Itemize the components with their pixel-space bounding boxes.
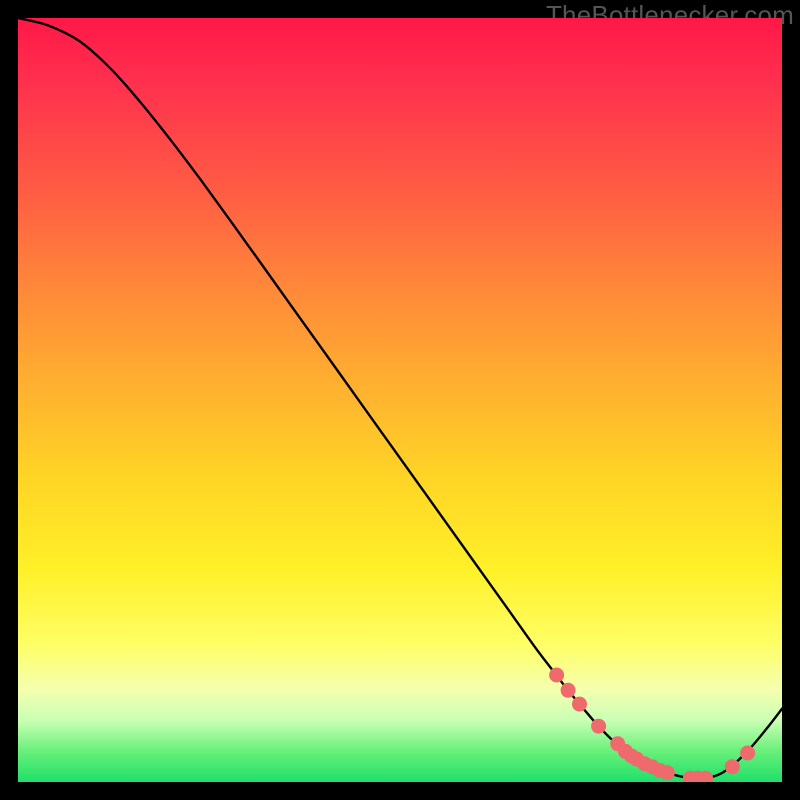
- plot-area: [18, 18, 782, 782]
- data-point: [660, 765, 675, 780]
- data-point: [561, 683, 576, 698]
- data-point: [572, 697, 587, 712]
- data-point: [591, 719, 606, 734]
- data-point: [549, 668, 564, 683]
- data-point: [740, 746, 755, 761]
- chart-stage: TheBottlenecker.com: [0, 0, 800, 800]
- marker-layer: [18, 18, 782, 782]
- data-point: [725, 759, 740, 774]
